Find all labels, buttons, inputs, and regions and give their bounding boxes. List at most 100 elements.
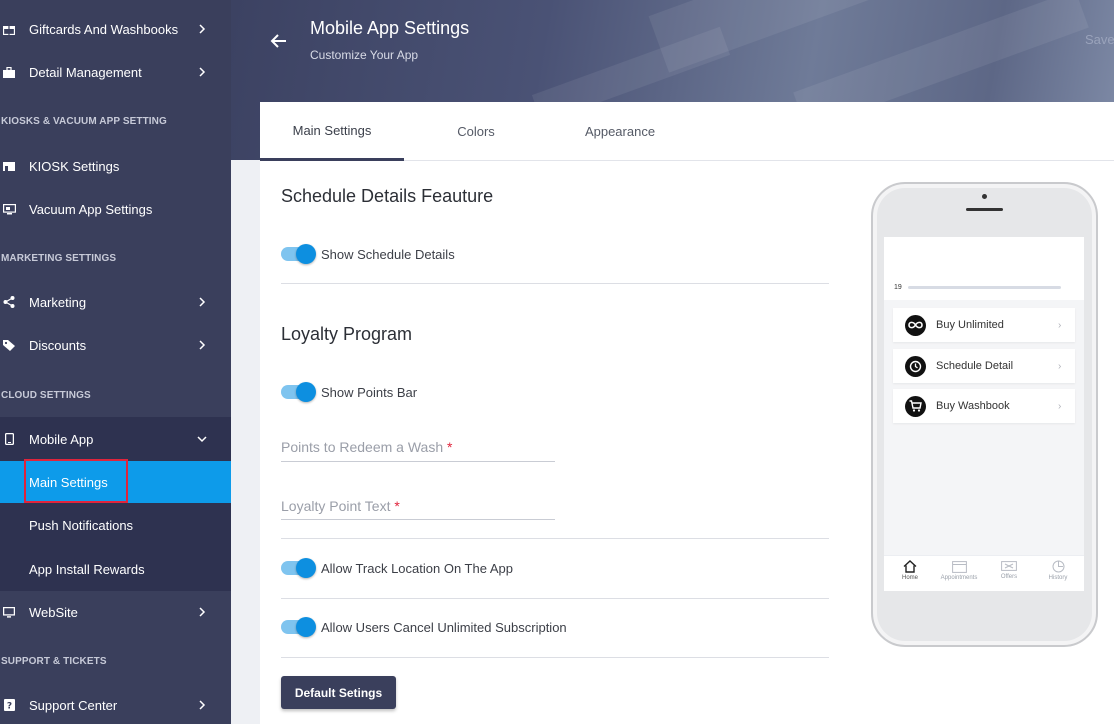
loyalty-heading: Loyalty Program bbox=[281, 324, 413, 344]
sidebar-item-label: Push Notifications bbox=[29, 517, 134, 533]
toggle-label: Allow Track Location On The App bbox=[321, 560, 513, 576]
phone-screen-header bbox=[884, 237, 1084, 300]
sidebar-item-support-center[interactable]: ? Support Center bbox=[0, 685, 231, 724]
section-heading-cloud: CLOUD SETTINGS bbox=[1, 390, 91, 401]
sidebar-item-label: Giftcards And Washbooks bbox=[29, 21, 179, 37]
sidebar-item-vacuum-app[interactable]: Vacuum App Settings bbox=[0, 189, 231, 229]
chevron-right-icon bbox=[199, 67, 206, 77]
schedule-heading: Schedule Details Feauture bbox=[281, 186, 494, 206]
tab-main-settings[interactable]: Main Settings bbox=[260, 102, 404, 161]
sidebar-item-label: KIOSK Settings bbox=[29, 158, 120, 174]
chevron-right-icon bbox=[199, 340, 206, 350]
sidebar-item-giftcards[interactable]: Giftcards And Washbooks bbox=[0, 9, 231, 49]
track-location-row: Allow Track Location On The App bbox=[281, 558, 513, 578]
points-value: 19 bbox=[894, 284, 902, 291]
phone-nav-history[interactable]: History bbox=[1033, 560, 1083, 581]
phone-menu-label: Buy Washbook bbox=[936, 400, 1010, 412]
clock-icon bbox=[905, 355, 926, 377]
phone-menu-schedule-detail[interactable]: Schedule Detail › bbox=[893, 349, 1075, 383]
sidebar-item-discounts[interactable]: Discounts bbox=[0, 325, 231, 365]
phone-speaker bbox=[966, 208, 1003, 211]
phone-menu-label: Schedule Detail bbox=[936, 360, 1014, 372]
page-subtitle: Customize Your App bbox=[310, 48, 419, 62]
tab-appearance[interactable]: Appearance bbox=[548, 102, 692, 161]
sidebar-item-marketing[interactable]: Marketing bbox=[0, 282, 231, 322]
tab-bar: Main Settings Colors Appearance bbox=[260, 102, 1114, 161]
sidebar: Giftcards And Washbooks Detail Managemen… bbox=[0, 0, 231, 724]
calendar-icon bbox=[951, 561, 967, 573]
tab-colors[interactable]: Colors bbox=[404, 102, 548, 161]
sidebar-item-label: Marketing bbox=[29, 294, 87, 310]
sidebar-item-label: WebSite bbox=[29, 604, 78, 620]
history-icon bbox=[1052, 560, 1064, 573]
help-icon: ? bbox=[2, 698, 16, 712]
phone-nav-home[interactable]: Home bbox=[885, 560, 935, 581]
sidebar-item-website[interactable]: WebSite bbox=[0, 592, 231, 632]
points-progress-bar bbox=[908, 286, 1061, 289]
sidebar-item-label: Vacuum App Settings bbox=[29, 201, 153, 217]
toggle-label: Allow Users Cancel Unlimited Subscriptio… bbox=[321, 619, 567, 635]
share-icon bbox=[2, 295, 16, 309]
points-to-redeem-field[interactable]: Points to Redeem a Wash * bbox=[281, 432, 555, 462]
divider bbox=[281, 598, 829, 599]
sidebar-item-detail-management[interactable]: Detail Management bbox=[0, 52, 231, 92]
sidebar-item-app-install-rewards[interactable]: App Install Rewards bbox=[0, 549, 231, 589]
sidebar-item-kiosk-settings[interactable]: KIOSK Settings bbox=[0, 146, 231, 186]
cart-icon bbox=[905, 395, 926, 417]
toggle-label: Show Points Bar bbox=[321, 384, 418, 400]
briefcase-icon bbox=[2, 65, 16, 79]
phone-nav-offers[interactable]: Offers bbox=[984, 560, 1034, 580]
tag-icon bbox=[2, 338, 16, 352]
sidebar-item-label: Support Center bbox=[29, 697, 118, 713]
show-schedule-row: Show Schedule Details bbox=[281, 244, 455, 264]
home-icon bbox=[903, 560, 917, 573]
save-button[interactable]: Save bbox=[1085, 32, 1114, 47]
phone-menu-label: Buy Unlimited bbox=[936, 319, 1004, 331]
svg-text:?: ? bbox=[6, 702, 11, 712]
chevron-right-icon bbox=[199, 607, 206, 617]
chevron-down-icon bbox=[197, 436, 207, 443]
chevron-right-icon bbox=[199, 297, 206, 307]
sidebar-item-label: App Install Rewards bbox=[29, 561, 145, 577]
cancel-subscription-toggle[interactable] bbox=[281, 617, 316, 637]
phone-menu-buy-unlimited[interactable]: Buy Unlimited › bbox=[893, 308, 1075, 342]
ticket-icon bbox=[1001, 561, 1017, 571]
default-settings-button[interactable]: Default Setings bbox=[281, 676, 396, 709]
infinity-icon bbox=[905, 314, 926, 336]
chevron-right-icon bbox=[199, 700, 206, 710]
monitor-icon bbox=[2, 202, 16, 216]
section-heading-kiosks: KIOSKS & VACUUM APP SETTING bbox=[1, 116, 167, 127]
chevron-right-icon: › bbox=[1058, 360, 1062, 372]
mobile-icon bbox=[2, 432, 16, 446]
sidebar-item-mobile-app[interactable]: Mobile App bbox=[0, 419, 231, 459]
kiosk-icon bbox=[2, 159, 16, 173]
toggle-label: Show Schedule Details bbox=[321, 246, 455, 262]
section-heading-support: SUPPORT & TICKETS bbox=[1, 656, 107, 667]
divider bbox=[281, 538, 829, 539]
points-to-redeem-input[interactable] bbox=[281, 432, 555, 461]
back-arrow-icon[interactable] bbox=[269, 31, 289, 51]
chevron-right-icon: › bbox=[1058, 319, 1062, 331]
phone-camera bbox=[982, 194, 987, 199]
chevron-right-icon: › bbox=[1058, 400, 1062, 412]
selection-highlight bbox=[24, 459, 128, 503]
phone-nav-appointments[interactable]: Appointments bbox=[934, 560, 984, 581]
gift-card-icon bbox=[2, 22, 16, 36]
track-location-toggle[interactable] bbox=[281, 558, 316, 578]
divider bbox=[281, 283, 829, 284]
phone-bottom-nav: Home Appointments Offers History bbox=[884, 555, 1084, 591]
phone-menu-buy-washbook[interactable]: Buy Washbook › bbox=[893, 389, 1075, 423]
sidebar-item-label: Mobile App bbox=[29, 431, 94, 447]
loyalty-point-text-field[interactable]: Loyalty Point Text * bbox=[281, 490, 555, 520]
page-title: Mobile App Settings bbox=[310, 18, 470, 38]
desktop-icon bbox=[2, 605, 16, 619]
divider bbox=[281, 657, 829, 658]
section-heading-marketing: MARKETING SETTINGS bbox=[1, 253, 117, 264]
loyalty-point-text-input[interactable] bbox=[281, 490, 555, 519]
show-points-toggle[interactable] bbox=[281, 382, 316, 402]
show-schedule-toggle[interactable] bbox=[281, 244, 316, 264]
sidebar-item-label: Discounts bbox=[29, 337, 87, 353]
sidebar-item-label: Detail Management bbox=[29, 64, 142, 80]
show-points-row: Show Points Bar bbox=[281, 382, 417, 402]
sidebar-item-push-notifications[interactable]: Push Notifications bbox=[0, 505, 231, 545]
